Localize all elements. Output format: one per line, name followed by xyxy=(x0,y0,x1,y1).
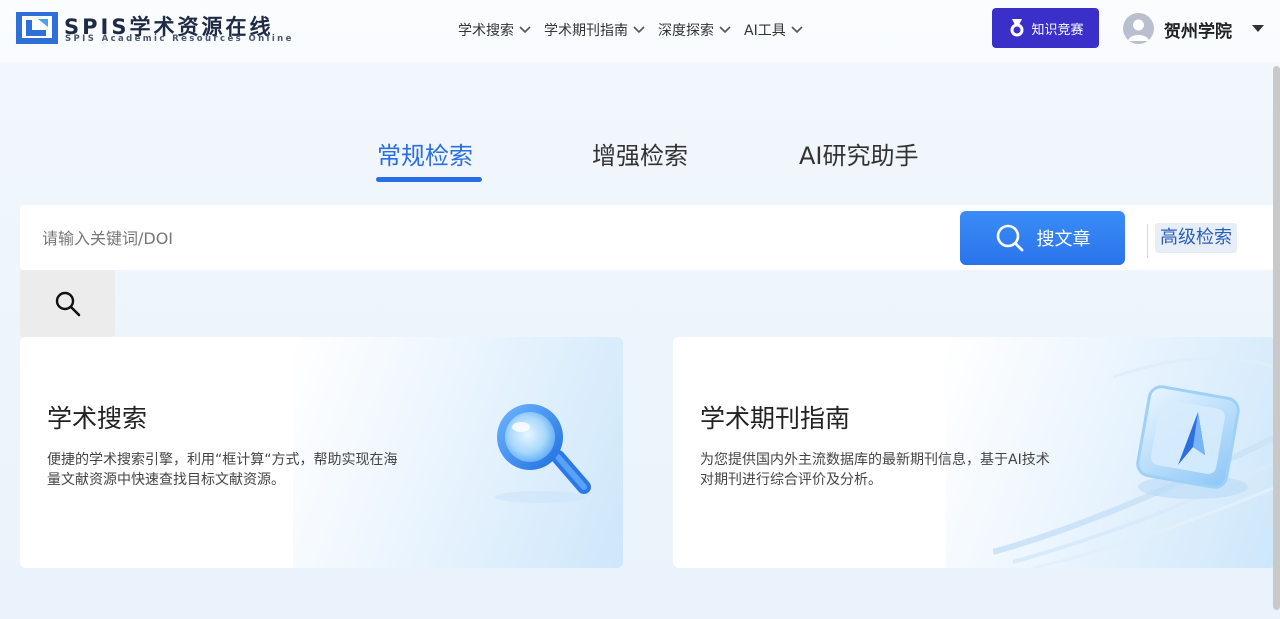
contest-label: 知识竞赛 xyxy=(1031,22,1084,38)
chevron-down-icon xyxy=(719,26,731,34)
nav-label: AI工具 xyxy=(744,23,786,39)
caret-down-icon[interactable] xyxy=(1252,25,1264,33)
search-articles-button[interactable]: 搜文章 xyxy=(960,211,1125,265)
tab-ai-research-assistant[interactable]: AI研究助手 xyxy=(799,136,919,171)
search-button-label: 搜文章 xyxy=(1036,229,1091,250)
scrollbar[interactable] xyxy=(1273,66,1280,610)
knowledge-contest-button[interactable]: 知识竞赛 xyxy=(992,8,1099,48)
nav-ai-tools[interactable]: AI工具 xyxy=(744,18,804,42)
nav-academic-search[interactable]: 学术搜索 xyxy=(458,18,532,42)
medal-icon xyxy=(1010,19,1024,37)
divider xyxy=(1147,224,1148,258)
card-academic-search[interactable]: 学术搜索 便捷的学术搜索引擎，利用“框计算“方式，帮助实现在海量文献资源中快速查… xyxy=(20,337,623,568)
avatar[interactable] xyxy=(1123,13,1154,44)
tab-enhanced-search[interactable]: 增强检索 xyxy=(592,136,688,171)
site-logo[interactable]: SPIS学术资源在线 SPIS Academic Resources Onlin… xyxy=(16,10,306,50)
search-icon xyxy=(996,224,1023,252)
nav-journal-guide[interactable]: 学术期刊指南 xyxy=(544,18,646,42)
card-title: 学术期刊指南 xyxy=(700,404,851,433)
mini-search-button[interactable] xyxy=(20,270,115,337)
tab-regular-search[interactable]: 常规检索 xyxy=(377,136,473,171)
search-input[interactable] xyxy=(42,220,942,256)
compass-cube-icon xyxy=(993,356,1276,568)
chevron-down-icon xyxy=(519,26,531,34)
user-name[interactable]: 贺州学院 xyxy=(1164,17,1232,42)
card-journal-guide[interactable]: 学术期刊指南 为您提供国内外主流数据库的最新期刊信息，基于AI技术对期刊进行综合… xyxy=(673,337,1276,568)
logo-mark-icon xyxy=(16,12,58,44)
logo-subtitle: SPIS Academic Resources Online xyxy=(65,34,294,44)
magnifier-icon xyxy=(495,404,591,503)
main-nav: 学术搜索 学术期刊指南 深度探索 AI工具 xyxy=(458,18,816,42)
nav-label: 学术搜索 xyxy=(458,23,514,39)
search-icon xyxy=(55,291,80,316)
chevron-down-icon xyxy=(791,26,803,34)
nav-label: 学术期刊指南 xyxy=(544,23,628,39)
active-tab-indicator xyxy=(376,177,482,182)
nav-label: 深度探索 xyxy=(658,23,714,39)
advanced-search-link[interactable]: 高级检索 xyxy=(1155,223,1237,253)
card-description: 便捷的学术搜索引擎，利用“框计算“方式，帮助实现在海量文献资源中快速查找目标文献… xyxy=(47,452,398,488)
user-icon xyxy=(1128,19,1149,41)
chevron-down-icon xyxy=(633,26,645,34)
nav-deep-explore[interactable]: 深度探索 xyxy=(658,18,732,42)
top-header: SPIS学术资源在线 SPIS Academic Resources Onlin… xyxy=(0,0,1280,62)
card-title: 学术搜索 xyxy=(47,404,148,433)
search-bar: 搜文章 高级检索 xyxy=(20,205,1276,270)
